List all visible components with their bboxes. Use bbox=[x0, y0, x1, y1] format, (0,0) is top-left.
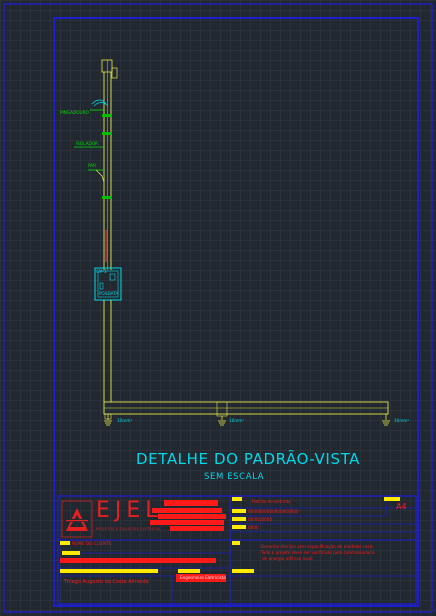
fitting-1 bbox=[102, 114, 112, 117]
field-3: 00/00/0000 bbox=[248, 517, 273, 522]
company-bar-5 bbox=[170, 526, 224, 531]
cad-canvas: PINGADOURO ISOLADOR PAR CM-3 POSDATA 10m… bbox=[0, 0, 436, 616]
note-1: - Desenho técnico sem especificação de m… bbox=[258, 544, 373, 549]
drawing-subtitle: SEM ESCALA bbox=[204, 472, 265, 482]
field-1: Padrão de entrada bbox=[252, 499, 291, 504]
company-tagline: PROJETOS E SOLUÇÕES ELÉTRICAS bbox=[96, 527, 161, 531]
client-label: NOME DO CLIENTE bbox=[72, 541, 112, 546]
label-ground-2: 10mm² bbox=[229, 418, 245, 423]
label-par: PAR bbox=[88, 163, 97, 168]
field-2: 0000000000000000000 bbox=[248, 509, 299, 514]
tag-10 bbox=[232, 569, 254, 573]
tag-6 bbox=[60, 541, 70, 545]
company-logo-mark bbox=[61, 500, 93, 538]
company-bar-3 bbox=[158, 514, 226, 519]
label-isolador: ISOLADOR bbox=[76, 141, 98, 146]
tag-2 bbox=[232, 509, 246, 513]
tag-11 bbox=[232, 541, 240, 545]
note-3: de energia elétrica local bbox=[262, 556, 313, 561]
label-meter-box: CM-3 bbox=[96, 269, 107, 274]
field-4: 0000 bbox=[248, 525, 259, 530]
fitting-2 bbox=[102, 132, 112, 135]
client-bar bbox=[60, 558, 216, 563]
tag-9 bbox=[178, 569, 200, 573]
author-name: Thiago Augusto da Costa Almeida bbox=[64, 579, 149, 585]
drawing-title: DETALHE DO PADRÃO-VISTA bbox=[136, 450, 361, 468]
note-2: - Todo o projeto deve ser verificado pel… bbox=[258, 550, 375, 555]
label-ground-3: 10mm² bbox=[394, 418, 410, 423]
tag-5 bbox=[384, 497, 400, 501]
label-ground-1: 10mm² bbox=[117, 418, 133, 423]
down-conductors bbox=[103, 300, 112, 402]
sheet-size: A4 bbox=[396, 502, 407, 511]
ground-bus bbox=[103, 401, 390, 426]
tag-1 bbox=[232, 497, 242, 501]
company-bar-1 bbox=[164, 500, 218, 506]
label-poste: POSDATA bbox=[99, 291, 119, 296]
label-pingadouro: PINGADOURO bbox=[60, 110, 89, 115]
drawing-sheet bbox=[3, 3, 433, 613]
author-title: Engenheiro Eletricista bbox=[180, 575, 226, 580]
tag-4 bbox=[232, 525, 246, 529]
tag-7 bbox=[62, 551, 80, 555]
company-name: EJEL bbox=[96, 498, 163, 523]
tag-3 bbox=[232, 517, 246, 521]
fitting-3 bbox=[102, 196, 112, 199]
tag-8 bbox=[60, 569, 158, 573]
